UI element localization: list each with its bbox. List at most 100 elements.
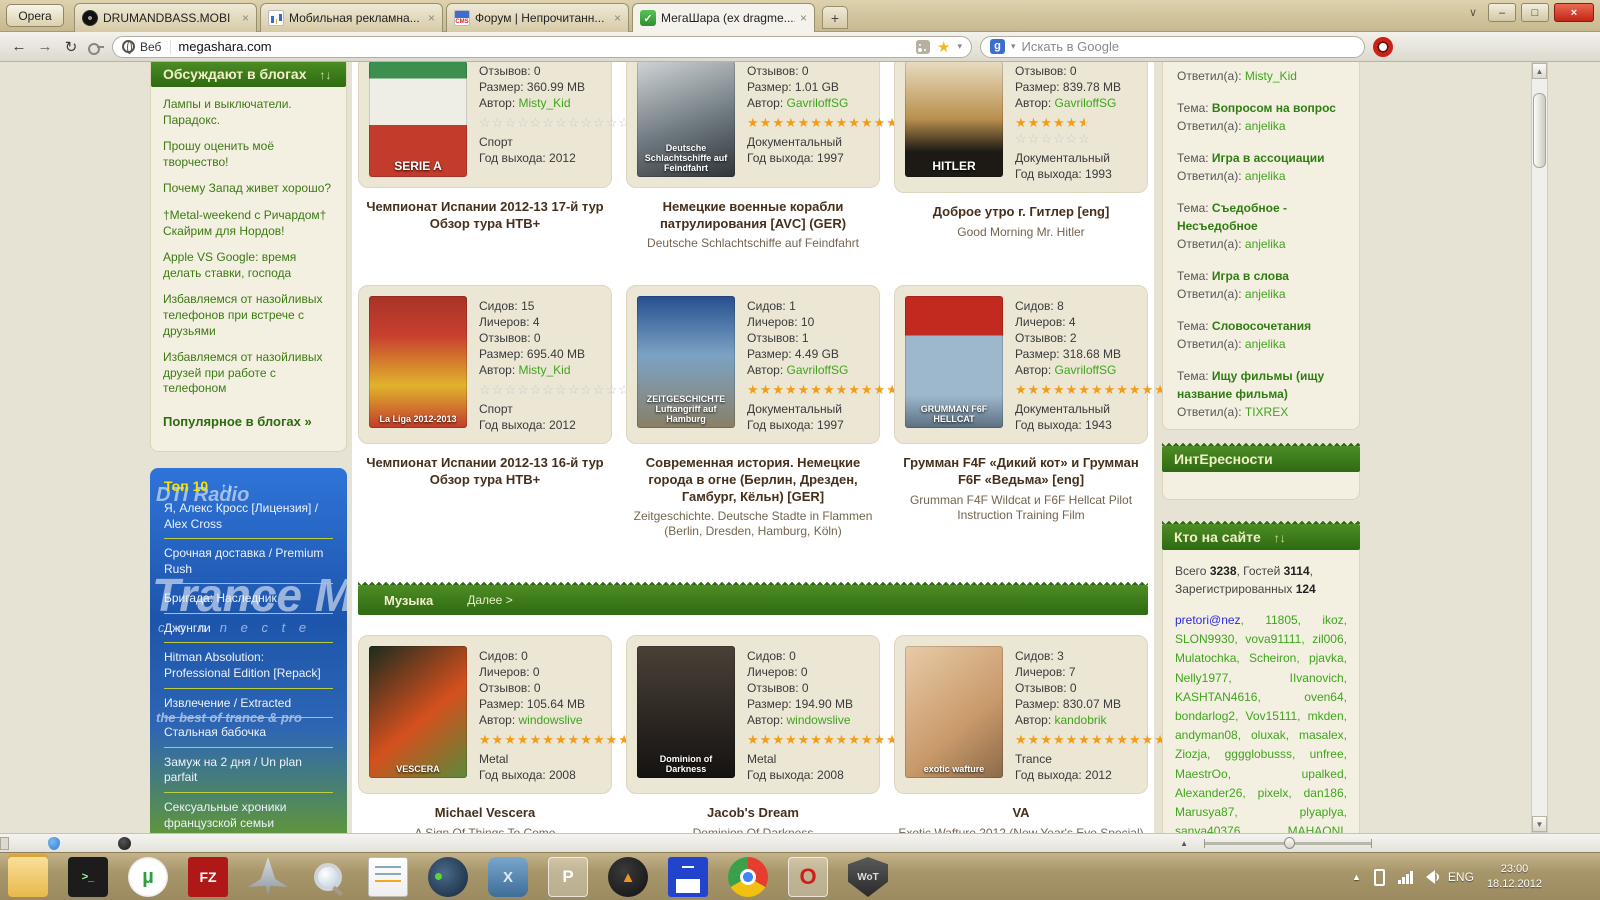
site-badge[interactable]: Веб — [122, 40, 171, 54]
online-user-link[interactable]: Vov15111 — [1246, 709, 1298, 723]
zoom-slider[interactable] — [1204, 842, 1372, 845]
cover-image[interactable]: ZEITGESCHICHTE Luftangriff auf Hamburg — [637, 296, 735, 428]
close-button[interactable]: × — [1554, 3, 1594, 22]
torrent-card-box[interactable]: exotic waftureСидов: 3Личеров: 7Отзывов:… — [894, 635, 1148, 794]
filezilla-icon[interactable]: FZ — [188, 857, 228, 897]
bookmark-star-icon[interactable]: ★ — [937, 38, 950, 56]
cover-image[interactable]: VESCERA — [369, 646, 467, 778]
tray-expand-icon[interactable]: ▲ — [1352, 872, 1361, 882]
author-link[interactable]: GavriloffSG — [1055, 96, 1117, 110]
author-link[interactable]: Misty_Kid — [519, 96, 571, 110]
blog-link[interactable]: Apple VS Google: время делать ставки, го… — [163, 250, 334, 281]
torrent-title[interactable]: Michael Vescera — [358, 805, 612, 822]
author-link[interactable]: GavriloffSG — [1055, 363, 1117, 377]
tab-close-icon[interactable]: × — [428, 11, 435, 25]
punto-switcher-icon[interactable]: P — [548, 857, 588, 897]
address-field[interactable]: Веб megashara.com ★ ▾ — [112, 36, 972, 58]
sort-arrows-icon[interactable]: ↑↓ — [1274, 531, 1286, 545]
taskbar-clock[interactable]: 23:00 18.12.2012 — [1487, 862, 1542, 892]
forum-topic-link[interactable]: Словосочетания — [1212, 319, 1311, 333]
torrent-title[interactable]: Jacob's Dream — [626, 805, 880, 822]
forum-user-link[interactable]: anjelika — [1245, 337, 1286, 351]
blog-link[interactable]: Лампы и выключатели. Парадокс. — [163, 97, 334, 128]
online-user-link[interactable]: SLON9930 — [1175, 632, 1234, 646]
online-user-link[interactable]: Ziozja — [1175, 747, 1207, 761]
torrent-title[interactable]: Чемпионат Испании 2012-13 16-й тур Обзор… — [358, 455, 612, 488]
online-user-link[interactable]: gggglobusss — [1225, 747, 1292, 761]
forum-topic-link[interactable]: Вопросом на вопрос — [1212, 101, 1336, 115]
online-user-link[interactable]: unfree — [1310, 747, 1344, 761]
online-user-link[interactable]: plyaplya — [1300, 805, 1344, 819]
online-user-link[interactable]: zil006 — [1312, 632, 1343, 646]
online-user-link[interactable]: vova91111 — [1245, 632, 1301, 646]
top10-link[interactable]: Срочная доставка / Premium Rush — [164, 539, 333, 584]
blog-link[interactable]: Избавляемся от назойливых друзей при раб… — [163, 350, 334, 397]
url-text[interactable]: megashara.com — [178, 39, 909, 54]
torrent-card-box[interactable]: SERIE AОтзывов: 0Размер: 360.99 MBАвтор:… — [358, 62, 612, 188]
blog-link[interactable]: Почему Запад живет хорошо? — [163, 181, 334, 197]
popular-blogs-link[interactable]: Популярное в блогах » — [163, 408, 334, 437]
torrent-title[interactable]: VA — [894, 805, 1148, 822]
media-center-icon[interactable]: X — [488, 857, 528, 897]
online-user-link[interactable]: pretori@nez — [1175, 613, 1241, 627]
torrent-card-box[interactable]: HITLERОтзывов: 0Размер: 839.78 MBАвтор: … — [894, 62, 1148, 193]
scroll-up-icon[interactable]: ▲ — [1532, 63, 1547, 79]
author-link[interactable]: GavriloffSG — [787, 96, 849, 110]
top10-link[interactable]: Я, Алекс Кросс [Лицензия] / Alex Cross — [164, 494, 333, 539]
cover-image[interactable]: HITLER — [905, 62, 1003, 177]
tab-close-icon[interactable]: × — [800, 11, 807, 25]
page-scrollbar[interactable]: ▲ ▼ — [1531, 62, 1548, 833]
cover-image[interactable]: exotic wafture — [905, 646, 1003, 778]
terminal-icon[interactable]: >_ — [68, 857, 108, 897]
online-user-link[interactable]: mkden — [1308, 709, 1344, 723]
browser-tab[interactable]: ✓МегаШара (ex dragme....× — [632, 3, 815, 32]
sort-arrows-icon[interactable]: ↑↓ — [221, 480, 233, 494]
author-link[interactable]: windowslive — [787, 713, 851, 727]
file-explorer-icon[interactable] — [8, 857, 48, 897]
forum-topic-link[interactable]: Игра в ассоциации — [1212, 151, 1325, 165]
notes-app-icon[interactable] — [368, 857, 408, 897]
forum-user-link[interactable]: TIXREX — [1245, 405, 1288, 419]
reload-button[interactable]: ↻ — [62, 38, 80, 56]
online-user-link[interactable]: dan186 — [1304, 786, 1344, 800]
cover-image[interactable]: Dominion of Darkness — [637, 646, 735, 778]
cover-image[interactable]: Deutsche Schlachtschiffe auf Feindfahrt — [637, 62, 735, 177]
online-user-link[interactable]: Mulatochka — [1175, 651, 1236, 665]
online-user-link[interactable]: oluxak — [1251, 728, 1286, 742]
language-indicator[interactable]: ENG — [1448, 870, 1474, 884]
top10-link[interactable]: Бригада: Наследник — [164, 584, 333, 614]
blog-link[interactable]: †Metal-weekend с Ричардом† Скайрим для Н… — [163, 208, 334, 239]
rss-icon[interactable] — [916, 40, 930, 54]
sort-arrows-icon[interactable]: ↑↓ — [319, 68, 331, 82]
key-icon[interactable] — [88, 43, 104, 51]
torrent-card-box[interactable]: VESCERAСидов: 0Личеров: 0Отзывов: 0Разме… — [358, 635, 612, 794]
online-user-link[interactable]: Nelly1977 — [1175, 671, 1228, 685]
torrent-card-box[interactable]: La Liga 2012-2013Сидов: 15Личеров: 4Отзы… — [358, 285, 612, 444]
bookmark-dropdown-icon[interactable]: ▾ — [957, 41, 962, 52]
top10-link[interactable]: Джунгли — [164, 614, 333, 644]
search-engine-dropdown-icon[interactable]: ▾ — [1011, 41, 1016, 52]
forum-topic-link[interactable]: Игра в слова — [1212, 269, 1289, 283]
dfx-audio-icon[interactable] — [428, 857, 468, 897]
network-signal-icon[interactable] — [1398, 871, 1413, 884]
utorrent-icon[interactable]: µ — [128, 857, 168, 897]
blog-link[interactable]: Избавляемся от назойливых телефонов при … — [163, 292, 334, 339]
author-link[interactable]: windowslive — [519, 713, 583, 727]
top10-link[interactable]: Замуж на 2 дня / Un plan parfait — [164, 748, 333, 793]
chrome-browser-icon[interactable] — [728, 857, 768, 897]
forum-user-link[interactable]: anjelika — [1245, 169, 1286, 183]
top10-link[interactable]: Hitman Absolution: Professional Edition … — [164, 643, 333, 688]
cover-image[interactable]: La Liga 2012-2013 — [369, 296, 467, 428]
online-user-link[interactable]: Marusya87 — [1175, 805, 1234, 819]
forum-user-link[interactable]: anjelika — [1245, 119, 1286, 133]
chevron-down-icon[interactable]: ∨ — [1469, 6, 1477, 19]
torrent-title[interactable]: Современная история. Немецкие города в о… — [626, 455, 880, 505]
online-user-link[interactable]: andyman08 — [1175, 728, 1238, 742]
music-next-link[interactable]: Далее > — [467, 593, 513, 607]
forum-user-link[interactable]: anjelika — [1245, 237, 1286, 251]
tab-close-icon[interactable]: × — [242, 11, 249, 25]
online-user-link[interactable]: Scheiron — [1249, 651, 1296, 665]
turbo-gauge-icon[interactable] — [118, 837, 131, 850]
browser-tab[interactable]: CMSФорум | Непрочитанн...× — [446, 3, 629, 32]
author-link[interactable]: Misty_Kid — [519, 363, 571, 377]
